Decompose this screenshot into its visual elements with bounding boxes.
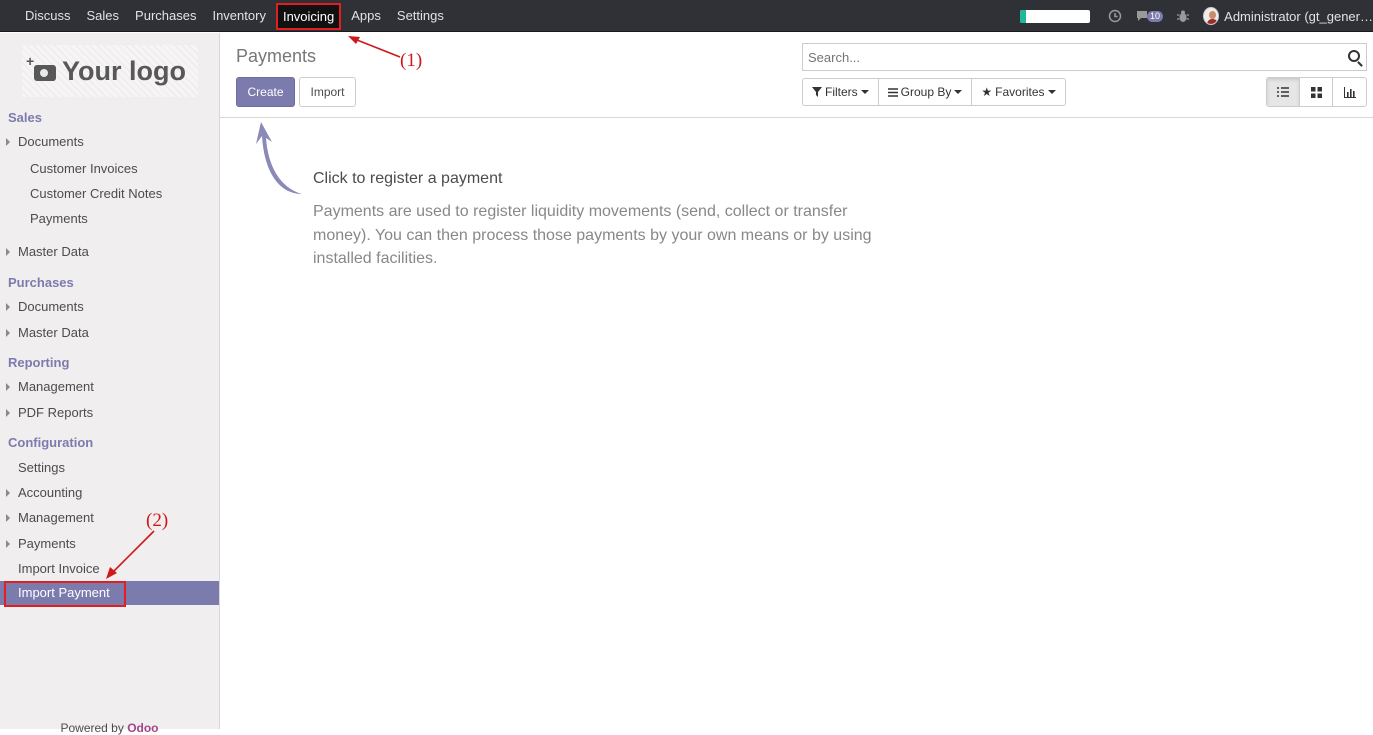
dropdown-caret-icon bbox=[860, 90, 869, 94]
sidebar-item-import-invoice[interactable]: Import Invoice bbox=[18, 561, 100, 576]
control-panel-divider bbox=[220, 117, 1373, 118]
caret-right-icon bbox=[6, 489, 10, 497]
sidebar-item-pdf-reports[interactable]: PDF Reports bbox=[18, 405, 93, 420]
sidebar: Your logo Sales Documents Customer Invoi… bbox=[0, 33, 220, 735]
group-by-button[interactable]: Group By bbox=[879, 79, 973, 105]
bar-chart-icon bbox=[1343, 86, 1356, 98]
annotation-label-1: (1) bbox=[400, 50, 423, 71]
messages-icon[interactable]: 10 bbox=[1136, 10, 1163, 22]
view-switcher bbox=[1266, 77, 1367, 107]
sidebar-item-purchases-documents[interactable]: Documents bbox=[18, 299, 84, 314]
sidebar-header-configuration: Configuration bbox=[8, 435, 94, 450]
import-button[interactable]: Import bbox=[299, 77, 356, 107]
sidebar-item-customer-invoices[interactable]: Customer Invoices bbox=[30, 161, 138, 176]
sidebar-item-sales-master-data[interactable]: Master Data bbox=[18, 244, 89, 259]
sidebar-item-config-management[interactable]: Management bbox=[18, 510, 94, 525]
search-bar bbox=[802, 43, 1367, 71]
powered-by-text: Powered by bbox=[60, 721, 124, 735]
app-settings[interactable]: Settings bbox=[389, 0, 452, 32]
company-logo[interactable]: Your logo bbox=[22, 45, 198, 97]
list-view-button[interactable] bbox=[1267, 78, 1300, 106]
caret-right-icon bbox=[6, 540, 10, 548]
bug-icon[interactable] bbox=[1177, 10, 1189, 23]
planner-progress-bar[interactable] bbox=[1019, 9, 1090, 23]
caret-right-icon bbox=[6, 514, 10, 522]
bars-icon bbox=[887, 87, 898, 97]
app-inventory[interactable]: Inventory bbox=[204, 0, 273, 32]
powered-by: Powered by Odoo bbox=[0, 721, 219, 735]
page-title: Payments bbox=[236, 46, 317, 66]
sidebar-header-purchases: Purchases bbox=[8, 275, 74, 290]
sidebar-item-settings[interactable]: Settings bbox=[18, 460, 65, 475]
caret-right-icon bbox=[6, 303, 10, 311]
sidebar-item-sales-documents[interactable]: Documents bbox=[18, 134, 84, 149]
list-icon bbox=[1277, 87, 1289, 97]
camera-icon bbox=[26, 53, 56, 81]
app-sales[interactable]: Sales bbox=[79, 0, 128, 32]
funnel-icon bbox=[812, 87, 822, 97]
app-purchases[interactable]: Purchases bbox=[127, 0, 204, 32]
sidebar-item-config-payments[interactable]: Payments bbox=[18, 536, 76, 551]
caret-right-icon bbox=[6, 329, 10, 337]
curved-arrow-icon bbox=[256, 122, 302, 194]
sidebar-item-reporting-management[interactable]: Management bbox=[18, 379, 94, 394]
create-button[interactable]: Create bbox=[236, 77, 295, 107]
dropdown-caret-icon bbox=[1047, 90, 1056, 94]
messages-badge: 10 bbox=[1146, 10, 1163, 22]
sidebar-header-sales: Sales bbox=[8, 110, 42, 125]
top-navbar: Discuss Sales Purchases Inventory Invoic… bbox=[0, 0, 1373, 32]
graph-view-button[interactable] bbox=[1333, 78, 1366, 106]
app-invoicing[interactable]: Invoicing bbox=[275, 2, 342, 30]
progress-fill bbox=[1019, 9, 1026, 23]
caret-right-icon bbox=[6, 383, 10, 391]
favorites-label: Favorites bbox=[995, 85, 1045, 99]
avatar bbox=[1203, 7, 1220, 25]
caret-right-icon bbox=[6, 248, 10, 256]
app-menu: Discuss Sales Purchases Inventory Invoic… bbox=[17, 0, 452, 32]
logo-text: Your logo bbox=[62, 55, 186, 86]
sidebar-item-customer-credit-notes[interactable]: Customer Credit Notes bbox=[30, 186, 162, 201]
grid-icon bbox=[1310, 86, 1322, 98]
odoo-link[interactable]: Odoo bbox=[127, 721, 158, 735]
annotation-label-2: (2) bbox=[146, 510, 169, 531]
caret-right-icon bbox=[6, 138, 10, 146]
search-options: Filters Group By ★ Favorites bbox=[802, 78, 1066, 106]
help-body: Payments are used to register liquidity … bbox=[313, 203, 872, 267]
caret-right-icon bbox=[6, 409, 10, 417]
sidebar-item-accounting[interactable]: Accounting bbox=[18, 485, 82, 500]
user-name: Administrator (gt_gener… bbox=[1224, 8, 1373, 24]
group-by-label: Group By bbox=[900, 85, 952, 99]
filters-label: Filters bbox=[825, 85, 858, 99]
sidebar-item-purchases-master-data[interactable]: Master Data bbox=[18, 325, 89, 340]
search-input[interactable] bbox=[803, 44, 1323, 70]
sidebar-header-reporting: Reporting bbox=[8, 355, 70, 370]
filters-button[interactable]: Filters bbox=[803, 79, 879, 105]
user-menu[interactable]: Administrator (gt_gener… bbox=[1203, 7, 1373, 25]
kanban-view-button[interactable] bbox=[1300, 78, 1333, 106]
annotation-arrow-2 bbox=[106, 530, 155, 579]
star-icon: ★ bbox=[981, 85, 993, 99]
search-icon[interactable] bbox=[1348, 50, 1360, 62]
app-discuss[interactable]: Discuss bbox=[17, 0, 79, 32]
help-title: Click to register a payment bbox=[313, 170, 503, 187]
dropdown-caret-icon bbox=[954, 90, 963, 94]
navbar-right: 10 Administrator (gt_gener… bbox=[1019, 0, 1373, 32]
sidebar-item-payments[interactable]: Payments bbox=[30, 211, 88, 226]
app-apps[interactable]: Apps bbox=[343, 0, 389, 32]
favorites-button[interactable]: ★ Favorites bbox=[972, 79, 1064, 105]
clock-icon[interactable] bbox=[1108, 9, 1122, 23]
